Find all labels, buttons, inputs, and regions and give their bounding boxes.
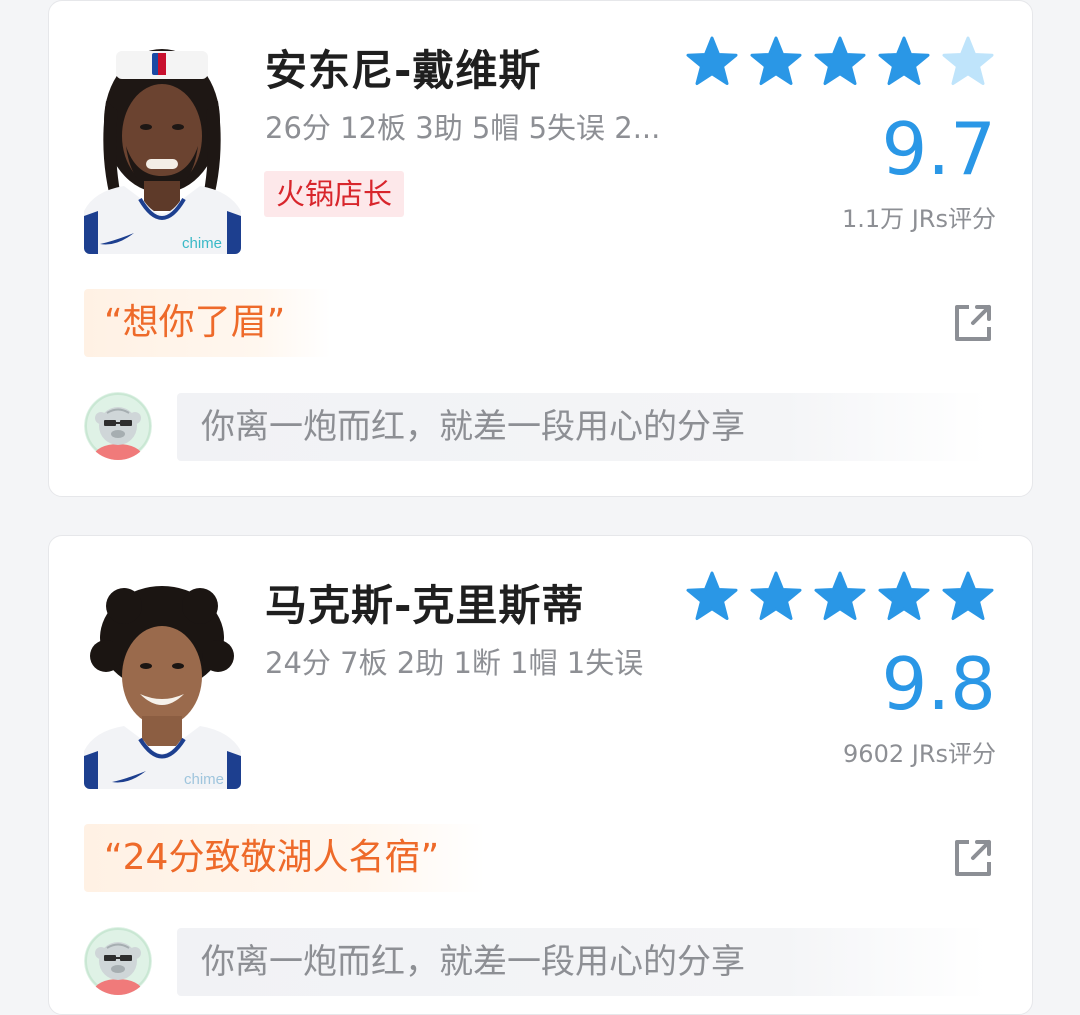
- star-filled-icon[interactable]: [813, 570, 867, 624]
- jersey-logo: chime: [184, 771, 224, 788]
- star-filled-icon[interactable]: [813, 35, 867, 89]
- star-filled-icon[interactable]: [685, 35, 739, 89]
- comment-input[interactable]: 你离一炮而红，就差一段用心的分享: [177, 393, 987, 461]
- player-card-2[interactable]: chime 马克斯-克里斯蒂 24分 7板 2助 1断 1帽 1失误 9.8 9…: [48, 535, 1033, 1015]
- star-filled-icon[interactable]: [941, 570, 995, 624]
- share-icon[interactable]: [951, 836, 995, 880]
- player-photo[interactable]: chime: [84, 576, 241, 789]
- star-filled-icon[interactable]: [877, 35, 931, 89]
- ratings-count: 1.1万 JRs评分: [841, 205, 996, 233]
- user-avatar-icon[interactable]: [84, 392, 152, 460]
- star-filled-icon[interactable]: [749, 35, 803, 89]
- ratings-count: 9602 JRs评分: [843, 740, 996, 768]
- rating-score: 9.7: [881, 107, 996, 191]
- hot-comment-quote[interactable]: “24分致敬湖人名宿”: [84, 824, 486, 892]
- player-name[interactable]: 马克斯-克里斯蒂: [265, 572, 584, 633]
- user-avatar-icon[interactable]: [84, 927, 152, 995]
- player-photo[interactable]: chime: [84, 41, 241, 254]
- hot-comment-quote[interactable]: “想你了眉”: [84, 289, 332, 357]
- player-name[interactable]: 安东尼-戴维斯: [265, 37, 541, 98]
- rating-stars[interactable]: [685, 35, 995, 89]
- star-filled-icon[interactable]: [877, 570, 931, 624]
- player-stats: 24分 7板 2助 1断 1帽 1失误: [265, 646, 644, 680]
- star-filled-icon[interactable]: [685, 570, 739, 624]
- rating-score: 9.8: [881, 642, 996, 726]
- rating-stars[interactable]: [685, 570, 995, 624]
- comment-input[interactable]: 你离一炮而红，就差一段用心的分享: [177, 928, 987, 996]
- player-stats: 26分 12板 3助 5帽 5失误 2...: [265, 111, 661, 145]
- player-tag: 火锅店长: [264, 171, 405, 217]
- star-filled-icon[interactable]: [749, 570, 803, 624]
- player-card-1[interactable]: chime 安东尼-戴维斯 26分 12板 3助 5帽 5失误 2... 火锅店…: [48, 0, 1033, 497]
- jersey-logo: chime: [182, 235, 222, 252]
- share-icon[interactable]: [951, 301, 995, 345]
- star-empty-icon[interactable]: [941, 35, 995, 89]
